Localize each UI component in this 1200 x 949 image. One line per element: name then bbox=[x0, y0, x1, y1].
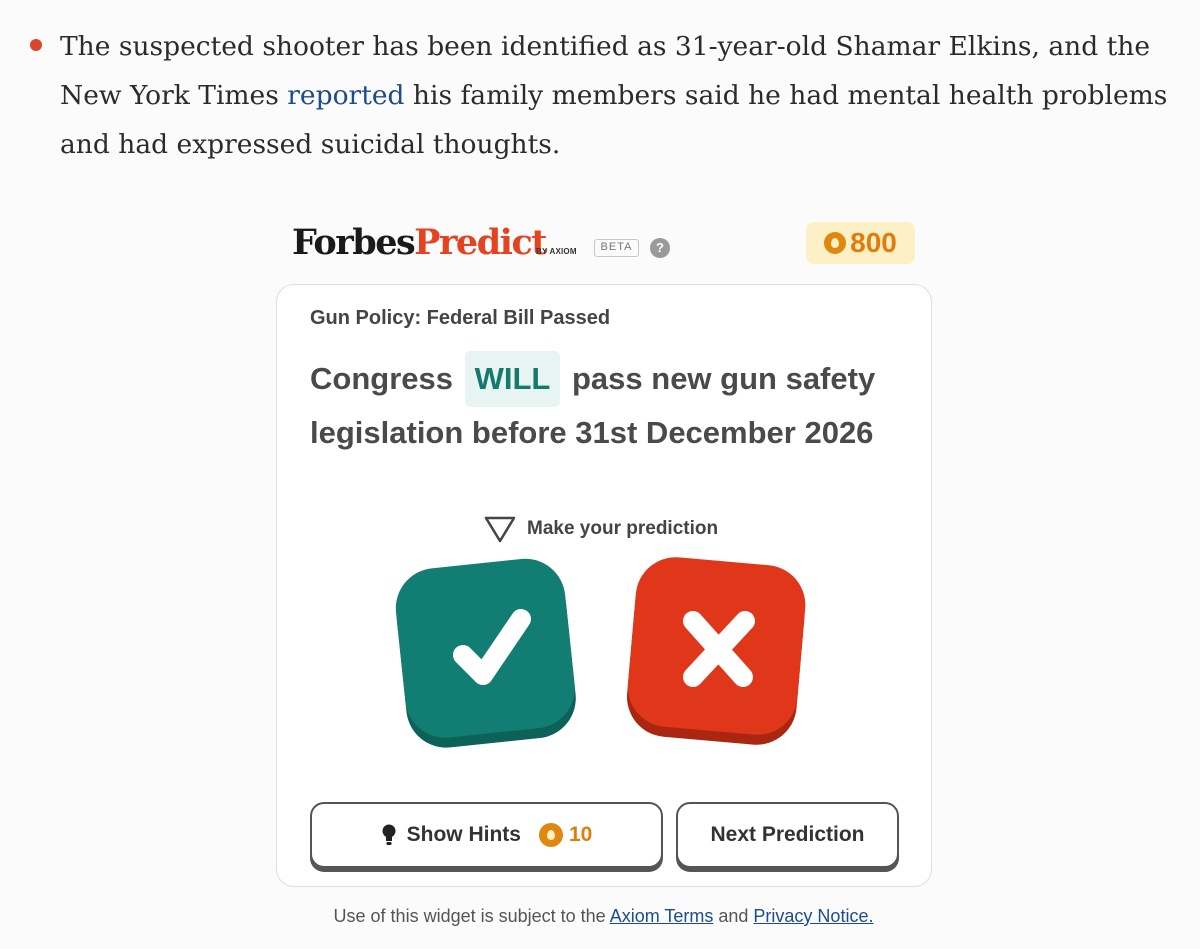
axiom-terms-link[interactable]: Axiom Terms bbox=[610, 906, 714, 926]
reported-link[interactable]: reported bbox=[287, 80, 404, 111]
help-icon[interactable]: ? bbox=[650, 238, 670, 258]
prediction-category: Gun Policy: Federal Bill Passed bbox=[310, 307, 611, 329]
beta-badge: BETA bbox=[594, 239, 639, 257]
show-hints-button[interactable]: Show Hints 10 bbox=[310, 802, 663, 868]
yes-button[interactable] bbox=[393, 555, 583, 755]
make-prediction-prompt: Make your prediction bbox=[483, 513, 718, 545]
lightbulb-icon bbox=[382, 824, 396, 845]
privacy-notice-link[interactable]: Privacy Notice. bbox=[753, 906, 873, 926]
make-prediction-label: Make your prediction bbox=[527, 518, 719, 539]
widget-header: ForbesPredict BY AXIOM BETA ? 800 bbox=[292, 222, 915, 264]
triangle-icon bbox=[484, 516, 516, 543]
by-axiom-label: BY AXIOM bbox=[536, 247, 577, 256]
next-prediction-button[interactable]: Next Prediction bbox=[676, 802, 899, 868]
widget-footer: Use of this widget is subject to the Axi… bbox=[333, 906, 874, 926]
no-button[interactable] bbox=[621, 553, 811, 753]
bullet-icon bbox=[30, 39, 42, 51]
coin-icon bbox=[824, 232, 847, 254]
question-highlight: WILL bbox=[464, 351, 561, 407]
prediction-card: Gun Policy: Federal Bill Passed Congress… bbox=[276, 284, 932, 887]
show-hints-label: Show Hints bbox=[406, 823, 521, 846]
hint-cost-value: 10 bbox=[568, 823, 593, 846]
hint-cost: 10 bbox=[538, 823, 593, 847]
coin-balance-value: 800 bbox=[850, 227, 897, 258]
coin-icon bbox=[538, 823, 563, 847]
coin-balance: 800 bbox=[806, 222, 915, 264]
article-paragraph: The suspected shooter has been identifie… bbox=[60, 22, 1190, 169]
prediction-question: Congress WILL pass new gun safety legisl… bbox=[310, 351, 910, 458]
forbes-predict-logo: ForbesPredict bbox=[292, 222, 547, 263]
